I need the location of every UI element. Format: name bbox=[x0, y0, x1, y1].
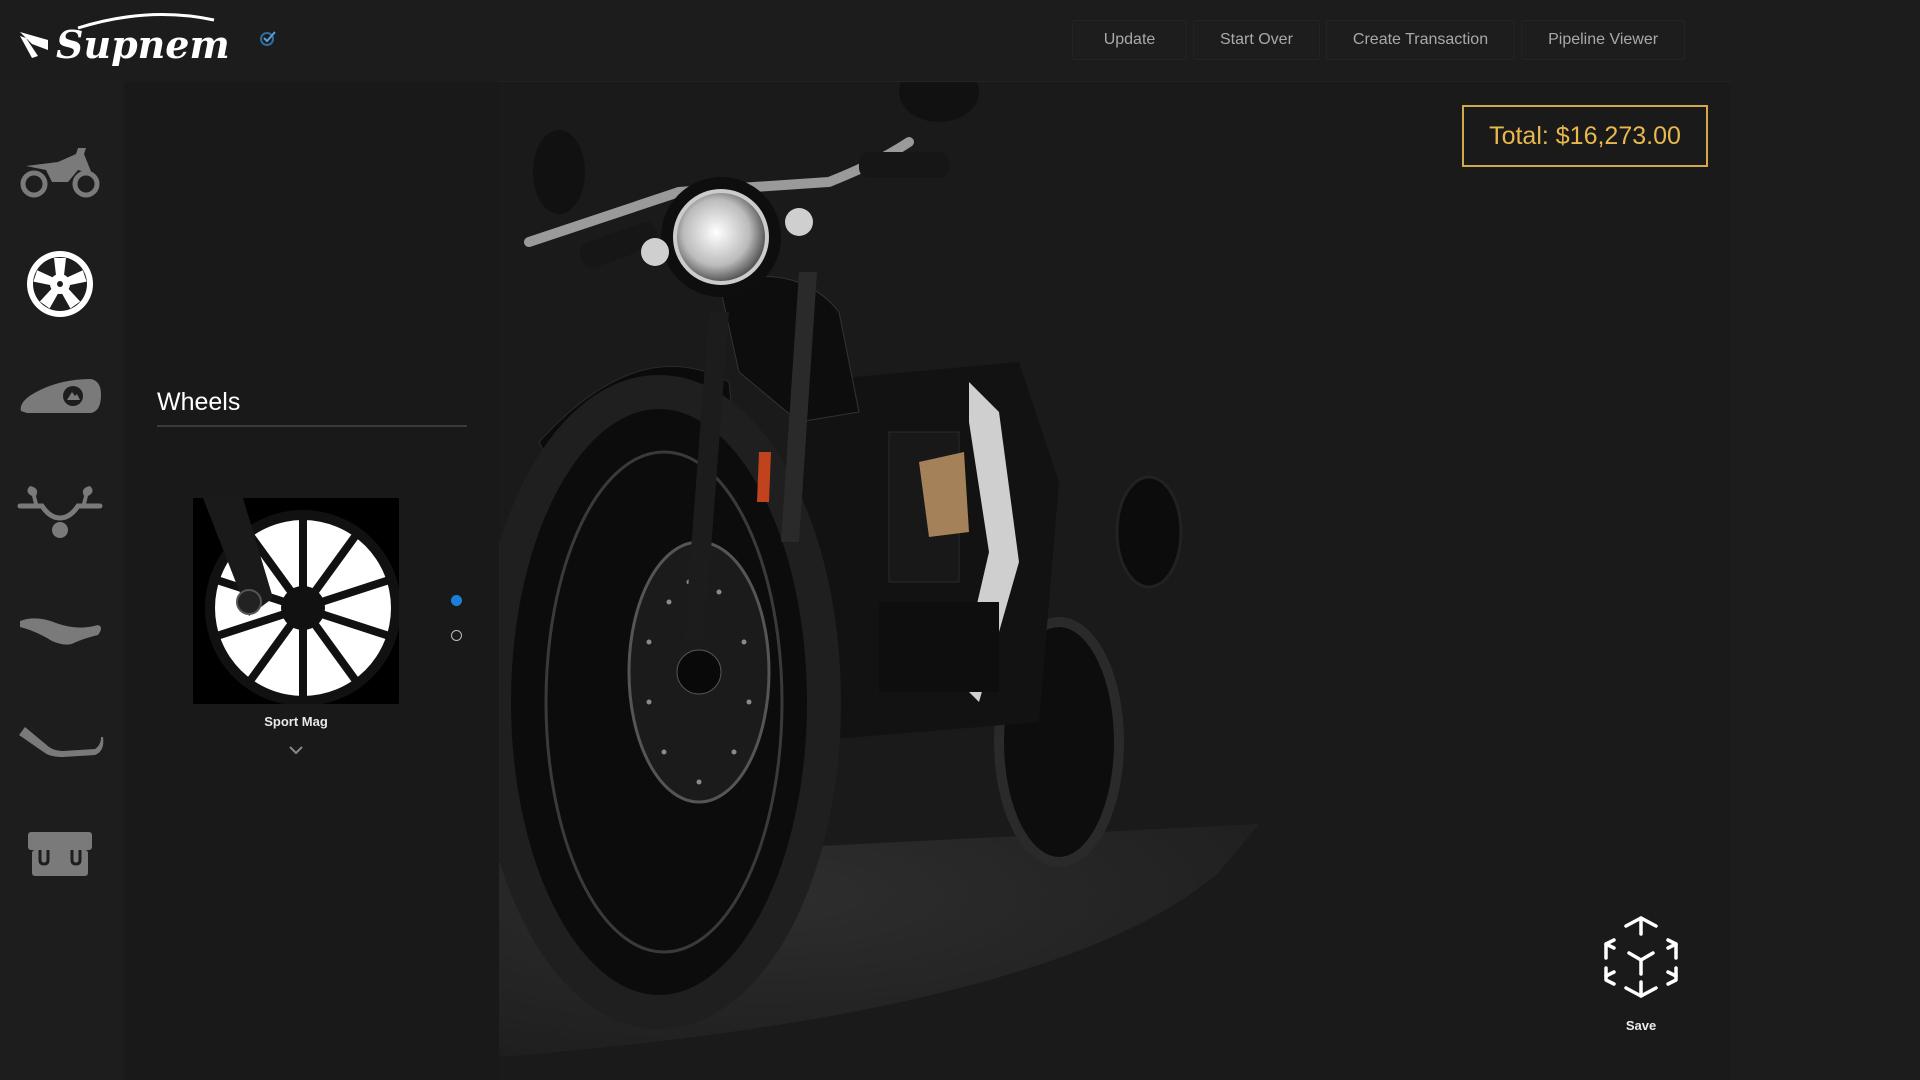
pagination-dot-active[interactable] bbox=[451, 595, 462, 606]
verified-check-icon bbox=[260, 31, 276, 46]
brand-logo[interactable]: Supnemo bbox=[18, 10, 228, 70]
pagination-dot[interactable] bbox=[451, 630, 462, 641]
sidebar-item-seat[interactable] bbox=[14, 590, 106, 670]
sidebar-item-wheels[interactable] bbox=[14, 244, 106, 324]
save-ar-button[interactable]: Save bbox=[1596, 912, 1686, 1038]
svg-text:Supnemo: Supnemo bbox=[56, 22, 228, 67]
options-panel: Wheels Sport Mag bbox=[124, 82, 499, 1080]
panel-title: Wheels bbox=[157, 388, 241, 416]
3d-viewer[interactable]: Total: $16,273.00 Save bbox=[499, 82, 1731, 1080]
update-button[interactable]: Update bbox=[1072, 20, 1187, 60]
sidebar-item-bike[interactable] bbox=[14, 132, 106, 212]
total-price: Total: $16,273.00 bbox=[1462, 105, 1708, 167]
saddlebag-icon bbox=[28, 832, 92, 876]
sidebar-item-handlebars[interactable] bbox=[14, 472, 106, 552]
sidebar-item-saddlebag[interactable] bbox=[14, 814, 106, 894]
sidebar-item-tank[interactable] bbox=[14, 356, 106, 436]
pipeline-viewer-button[interactable]: Pipeline Viewer bbox=[1521, 20, 1686, 60]
ar-cube-icon bbox=[1604, 916, 1678, 998]
motorcycle-icon bbox=[20, 148, 100, 198]
save-label: Save bbox=[1625, 1018, 1657, 1033]
wheel-option-label: Sport Mag bbox=[264, 714, 328, 729]
wheel-icon bbox=[27, 251, 93, 317]
category-sidebar bbox=[0, 82, 122, 1080]
exhaust-icon bbox=[19, 727, 104, 757]
wheel-option-thumbnail[interactable] bbox=[193, 498, 399, 704]
chevron-down-icon[interactable] bbox=[288, 744, 304, 756]
create-transaction-button[interactable]: Create Transaction bbox=[1325, 20, 1516, 60]
panel-divider bbox=[157, 425, 467, 427]
handlebar-icon bbox=[17, 486, 103, 538]
sport-mag-wheel-image bbox=[193, 498, 399, 704]
start-over-button[interactable]: Start Over bbox=[1193, 20, 1320, 60]
motorcycle-render bbox=[499, 82, 1259, 1057]
header-actions: Update Start Over Create Transaction Pip… bbox=[1072, 20, 1686, 60]
sidebar-item-exhaust[interactable] bbox=[14, 702, 106, 782]
seat-icon bbox=[20, 618, 101, 645]
top-bar: Supnemo Update Start Over Create Transac… bbox=[0, 0, 1920, 82]
fuel-tank-icon bbox=[20, 379, 101, 413]
